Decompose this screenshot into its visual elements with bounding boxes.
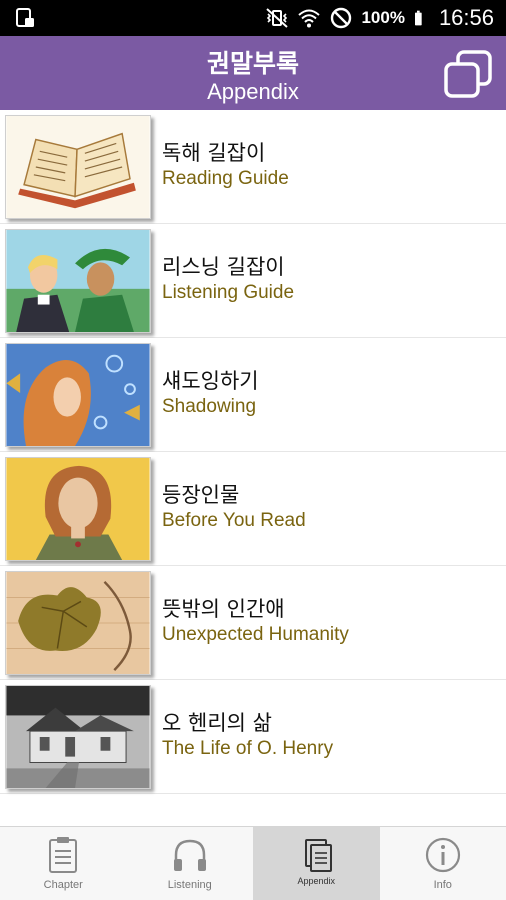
item-title-en: Listening Guide — [162, 282, 295, 303]
list-item-reading-guide[interactable]: 독해 길잡이 Reading Guide — [0, 110, 506, 224]
item-title-en: Shadowing — [162, 396, 257, 417]
battery-percent: 100% — [361, 8, 405, 27]
status-bar: 100% 16:56 — [0, 0, 506, 36]
item-title-ko: 뜻밖의 인간애 — [162, 597, 285, 621]
item-title-en: The Life of O. Henry — [162, 738, 334, 759]
copy-icon[interactable] — [442, 48, 494, 100]
documents-icon — [305, 839, 333, 872]
appendix-list: 독해 길잡이 Reading Guide 리스닝 길잡이 Listening G… — [0, 110, 506, 794]
item-title-ko: 리스닝 길잡이 — [162, 255, 285, 279]
tab-appendix[interactable]: Appendix — [253, 827, 380, 900]
info-icon — [425, 837, 460, 873]
list-item-shadowing[interactable]: 섀도잉하기 Shadowing — [0, 338, 506, 452]
tab-info[interactable]: Info — [380, 827, 506, 900]
item-title-en: Unexpected Humanity — [162, 624, 349, 645]
bottom-nav: Chapter Listening Appendix Info — [0, 826, 506, 900]
clock: 16:56 — [438, 5, 494, 30]
ivy-leaf-illustration — [5, 571, 151, 675]
item-title-ko: 오 헨리의 삶 — [162, 711, 272, 735]
tab-listening[interactable]: Listening — [127, 827, 254, 900]
headphones-icon — [173, 839, 206, 871]
tab-chapter[interactable]: Chapter — [0, 827, 127, 900]
item-title-ko: 등장인물 — [162, 483, 240, 507]
list-item-listening-guide[interactable]: 리스닝 길잡이 Listening Guide — [0, 224, 506, 338]
tab-label: Listening — [167, 879, 212, 891]
vibrate-icon — [266, 8, 289, 28]
woman-portrait-illustration — [5, 457, 151, 561]
do-not-disturb-icon — [331, 7, 352, 29]
page-title: 권말부록 — [206, 49, 299, 78]
tab-label: Info — [433, 879, 452, 891]
house-photo — [5, 685, 151, 789]
screenshot-icon — [16, 8, 34, 27]
clipboard-icon — [49, 837, 78, 873]
tab-label: Chapter — [43, 879, 83, 891]
battery-icon — [414, 10, 422, 26]
wifi-icon — [298, 9, 321, 28]
list-item-before-you-read[interactable]: 등장인물 Before You Read — [0, 452, 506, 566]
list-item-unexpected-humanity[interactable]: 뜻밖의 인간애 Unexpected Humanity — [0, 566, 506, 680]
item-title-en: Reading Guide — [162, 168, 289, 189]
open-book-illustration — [5, 115, 151, 219]
app-header: 권말부록 Appendix — [0, 36, 506, 110]
two-men-illustration — [5, 229, 151, 333]
page-subtitle: Appendix — [207, 79, 299, 104]
list-item-life-of-o-henry[interactable]: 오 헨리의 삶 The Life of O. Henry — [0, 680, 506, 794]
item-title-en: Before You Read — [162, 510, 306, 531]
item-title-ko: 섀도잉하기 — [162, 369, 259, 393]
item-title-ko: 독해 길잡이 — [162, 141, 266, 165]
tab-label: Appendix — [297, 876, 336, 886]
girl-underwater-illustration — [5, 343, 151, 447]
